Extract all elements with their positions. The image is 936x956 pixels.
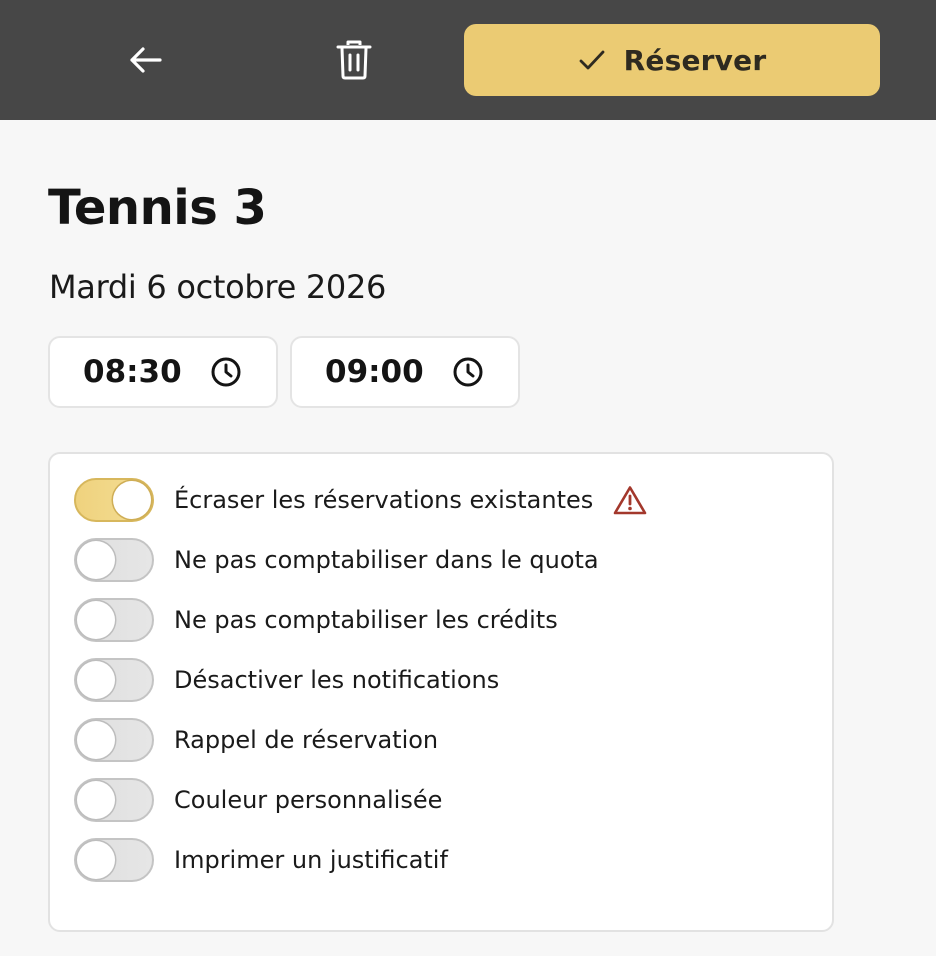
- page-title: Tennis 3: [48, 180, 267, 236]
- option-label: Imprimer un justificatif: [174, 846, 448, 874]
- reserve-button[interactable]: Réserver: [464, 24, 880, 96]
- print-receipt-toggle[interactable]: [74, 838, 154, 882]
- option-label: Couleur personnalisée: [174, 786, 443, 814]
- end-time-field[interactable]: 09:00: [290, 336, 520, 408]
- warning-triangle-icon: [613, 485, 647, 515]
- option-label: Désactiver les notifications: [174, 666, 500, 694]
- option-label: Ne pas comptabiliser dans le quota: [174, 546, 599, 574]
- check-icon: [579, 50, 605, 70]
- option-overwrite-reservations: Écraser les réservations existantes: [74, 478, 647, 522]
- option-disable-notifications: Désactiver les notifications: [74, 658, 499, 702]
- option-label: Rappel de réservation: [174, 726, 439, 754]
- delete-button[interactable]: [322, 28, 386, 92]
- custom-color-toggle[interactable]: [74, 778, 154, 822]
- option-label: Écraser les réservations existantes: [174, 486, 594, 514]
- overwrite-reservations-toggle[interactable]: [74, 478, 154, 522]
- arrow-left-icon: [130, 47, 162, 73]
- no-credits-toggle[interactable]: [74, 598, 154, 642]
- no-quota-toggle[interactable]: [74, 538, 154, 582]
- clock-icon: [211, 357, 241, 387]
- reservation-reminder-toggle[interactable]: [74, 718, 154, 762]
- back-button[interactable]: [114, 28, 178, 92]
- trash-icon: [336, 40, 372, 80]
- option-print-receipt: Imprimer un justificatif: [74, 838, 448, 882]
- start-time-value: 08:30: [83, 354, 182, 390]
- booking-date: Mardi 6 octobre 2026: [49, 268, 387, 306]
- reserve-button-label: Réserver: [623, 43, 767, 77]
- top-toolbar: Réserver: [0, 0, 936, 120]
- end-time-value: 09:00: [325, 354, 424, 390]
- option-no-credits: Ne pas comptabiliser les crédits: [74, 598, 558, 642]
- clock-icon: [453, 357, 483, 387]
- disable-notifications-toggle[interactable]: [74, 658, 154, 702]
- booking-options-card: Écraser les réservations existantes Ne p…: [48, 452, 834, 932]
- option-reservation-reminder: Rappel de réservation: [74, 718, 438, 762]
- start-time-field[interactable]: 08:30: [48, 336, 278, 408]
- option-custom-color: Couleur personnalisée: [74, 778, 442, 822]
- option-label: Ne pas comptabiliser les crédits: [174, 606, 558, 634]
- option-no-quota: Ne pas comptabiliser dans le quota: [74, 538, 599, 582]
